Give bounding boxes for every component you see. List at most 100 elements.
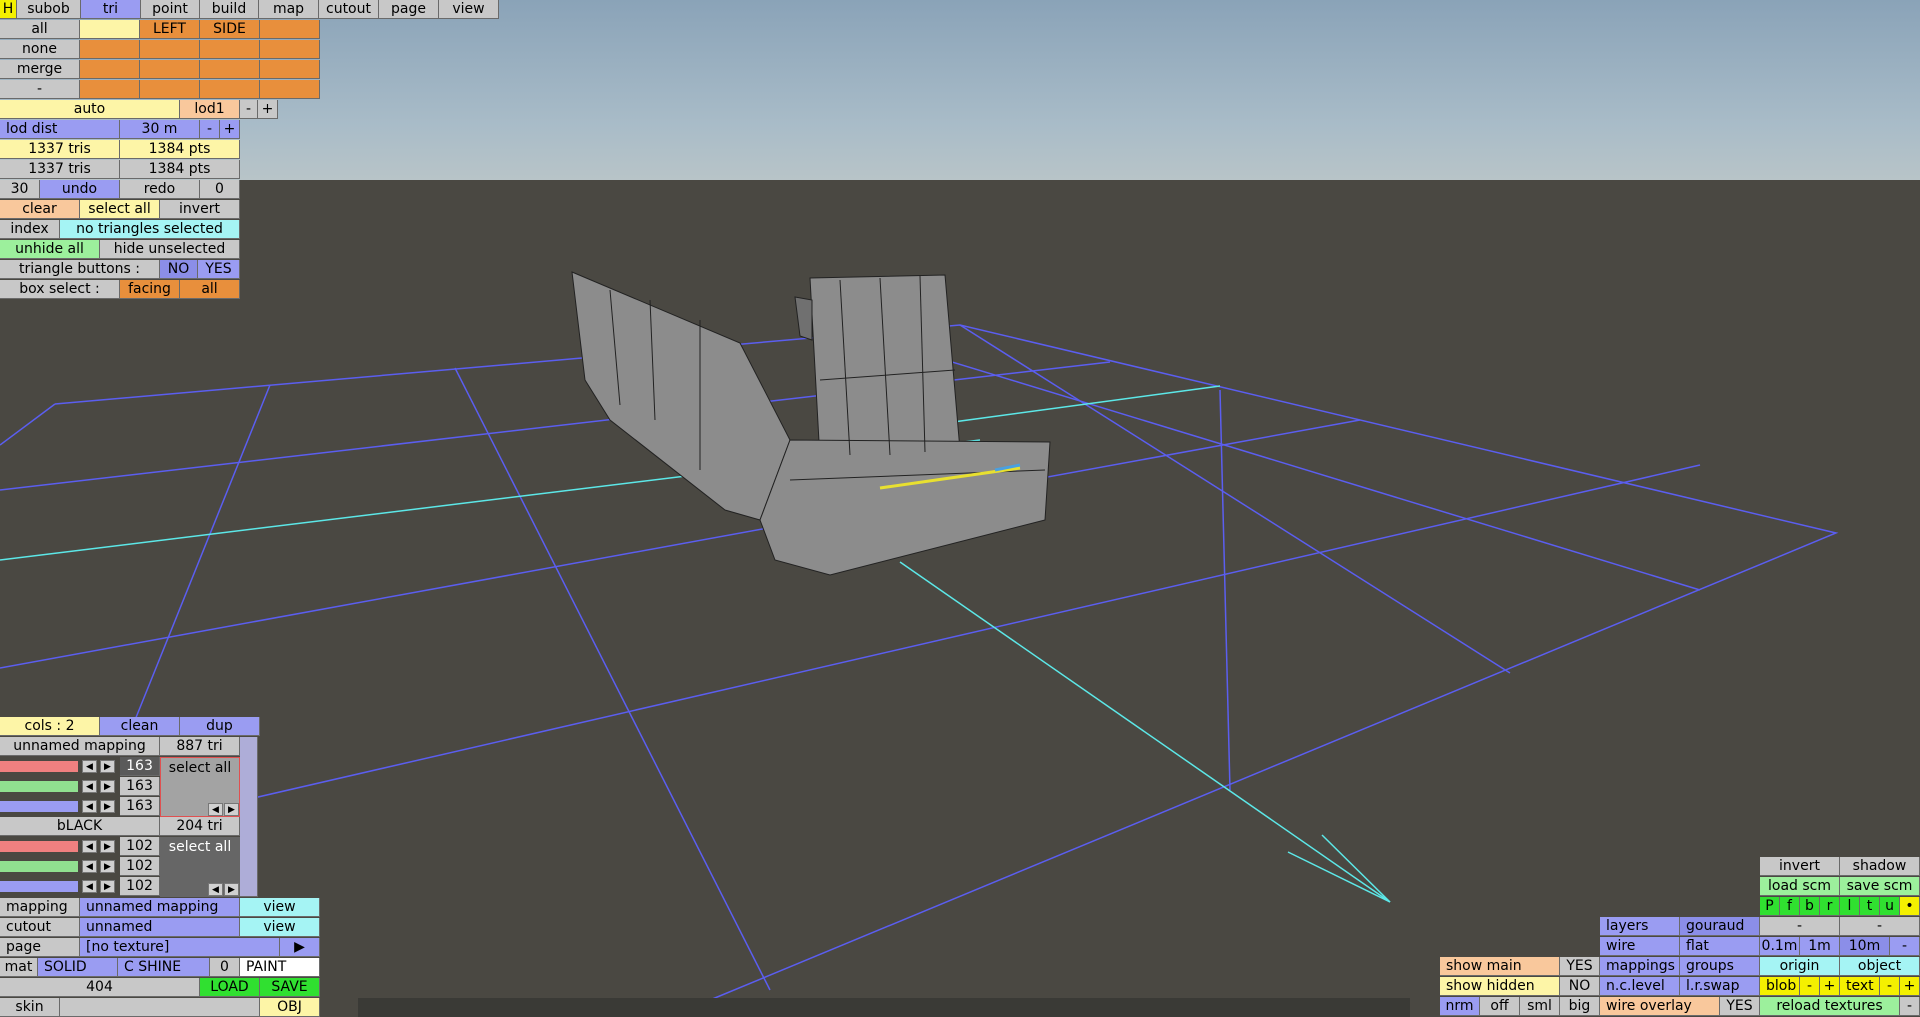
origin-button[interactable]: origin [1760, 957, 1840, 976]
blue-slider[interactable] [0, 801, 78, 812]
bus-mesh-model[interactable] [571, 271, 1051, 576]
red-right-arrow[interactable]: ▶ [100, 840, 115, 853]
grid-cell[interactable] [80, 20, 140, 39]
dash-button[interactable]: - [1840, 917, 1920, 936]
lod-dist-plus[interactable]: + [220, 120, 240, 139]
show-main-toggle[interactable]: YES [1560, 957, 1600, 976]
view-dot-button[interactable]: • [1900, 897, 1920, 916]
view-l-button[interactable]: l [1840, 897, 1860, 916]
grid-none-button[interactable]: none [0, 40, 80, 59]
menu-h-button[interactable]: H [0, 0, 17, 19]
tab-cutout[interactable]: cutout [319, 0, 379, 19]
red-slider[interactable] [0, 841, 78, 852]
unhide-all-button[interactable]: unhide all [0, 240, 100, 259]
invert-button[interactable]: invert [160, 200, 240, 219]
layers-button[interactable]: layers [1600, 917, 1680, 936]
blue-left-arrow[interactable]: ◀ [82, 880, 97, 893]
lr-swap-button[interactable]: l.r.swap [1680, 977, 1760, 996]
shadow-button[interactable]: shadow [1840, 857, 1920, 876]
c-shine-button[interactable]: C SHINE [118, 958, 210, 977]
invert-view-button[interactable]: invert [1760, 857, 1840, 876]
grid-cell[interactable] [80, 40, 140, 59]
green-left-arrow[interactable]: ◀ [82, 780, 97, 793]
lod-auto-button[interactable]: auto [0, 100, 180, 119]
text-button[interactable]: text [1840, 977, 1880, 996]
view-p-button[interactable]: P [1760, 897, 1780, 916]
grid-cell[interactable] [80, 80, 140, 99]
lod-dist-minus[interactable]: - [200, 120, 220, 139]
groups-button[interactable]: groups [1680, 957, 1760, 976]
mappings-button[interactable]: mappings [1600, 957, 1680, 976]
mapping-view-button[interactable]: view [240, 898, 320, 917]
tab-subob[interactable]: subob [17, 0, 81, 19]
blob-plus-button[interactable]: + [1820, 977, 1840, 996]
grid-all-button[interactable]: all [0, 20, 80, 39]
reload-textures-button[interactable]: reload textures [1760, 997, 1900, 1016]
view-t-button[interactable]: t [1860, 897, 1880, 916]
grid-dash-button[interactable]: - [0, 80, 80, 99]
off-button[interactable]: off [1480, 997, 1520, 1016]
green-right-arrow[interactable]: ▶ [100, 780, 115, 793]
skin-field[interactable] [60, 998, 260, 1017]
swatch-left-arrow[interactable]: ◀ [208, 883, 223, 896]
text-plus-button[interactable]: + [1900, 977, 1920, 996]
blob-minus-button[interactable]: - [1800, 977, 1820, 996]
save-scm-button[interactable]: save scm [1840, 877, 1920, 896]
triangle-buttons-no[interactable]: NO [160, 260, 198, 279]
lod-plus-button[interactable]: + [258, 100, 278, 119]
blob-button[interactable]: blob [1760, 977, 1800, 996]
grid-cell[interactable] [260, 60, 320, 79]
text-minus-button[interactable]: - [1880, 977, 1900, 996]
grid-cell[interactable] [200, 60, 260, 79]
tab-page[interactable]: page [379, 0, 439, 19]
gouraud-button[interactable]: gouraud [1680, 917, 1760, 936]
mapping-scrollbar[interactable] [240, 737, 258, 897]
grid-minus-button[interactable]: - [1890, 937, 1920, 956]
tab-tri[interactable]: tri [81, 0, 141, 19]
clear-button[interactable]: clear [0, 200, 80, 219]
object-button[interactable]: object [1840, 957, 1920, 976]
tab-point[interactable]: point [141, 0, 200, 19]
blue-slider[interactable] [0, 881, 78, 892]
grid-side-button[interactable]: SIDE [200, 20, 260, 39]
view-b-button[interactable]: b [1800, 897, 1820, 916]
flat-button[interactable]: flat [1680, 937, 1760, 956]
blue-right-arrow[interactable]: ▶ [100, 800, 115, 813]
red-slider[interactable] [0, 761, 78, 772]
mapping-name[interactable]: unnamed mapping [0, 737, 160, 756]
dash-button[interactable]: - [1760, 917, 1840, 936]
swatch-left-arrow[interactable]: ◀ [208, 803, 223, 816]
reload-minus-button[interactable]: - [1900, 997, 1920, 1016]
lod-minus-button[interactable]: - [240, 100, 258, 119]
cutout-select[interactable]: unnamed [80, 918, 240, 937]
grid-01m-button[interactable]: 0.1m [1760, 937, 1800, 956]
mapping-name[interactable]: bLACK [0, 817, 160, 836]
paint-button[interactable]: PAINT [240, 958, 320, 977]
swatch-right-arrow[interactable]: ▶ [224, 883, 239, 896]
select-all-button[interactable]: select all [80, 200, 160, 219]
viewport-3d[interactable] [0, 0, 1920, 1017]
green-slider[interactable] [0, 861, 78, 872]
nrm-button[interactable]: nrm [1440, 997, 1480, 1016]
tab-map[interactable]: map [259, 0, 319, 19]
clean-button[interactable]: clean [100, 717, 180, 736]
solid-button[interactable]: SOLID [38, 958, 118, 977]
grid-cell[interactable] [140, 40, 200, 59]
mapping-select[interactable]: unnamed mapping [80, 898, 240, 917]
grid-1m-button[interactable]: 1m [1800, 937, 1840, 956]
grid-cell[interactable] [260, 80, 320, 99]
sml-button[interactable]: sml [1520, 997, 1560, 1016]
grid-cell[interactable] [140, 60, 200, 79]
red-left-arrow[interactable]: ◀ [82, 760, 97, 773]
grid-cell[interactable] [80, 60, 140, 79]
grid-left-button[interactable]: LEFT [140, 20, 200, 39]
obj-button[interactable]: OBJ [260, 998, 320, 1017]
red-right-arrow[interactable]: ▶ [100, 760, 115, 773]
grid-cell[interactable] [200, 80, 260, 99]
grid-cell[interactable] [260, 20, 320, 39]
big-button[interactable]: big [1560, 997, 1600, 1016]
green-slider[interactable] [0, 781, 78, 792]
grid-cell[interactable] [260, 40, 320, 59]
tab-build[interactable]: build [200, 0, 259, 19]
nc-level-button[interactable]: n.c.level [1600, 977, 1680, 996]
